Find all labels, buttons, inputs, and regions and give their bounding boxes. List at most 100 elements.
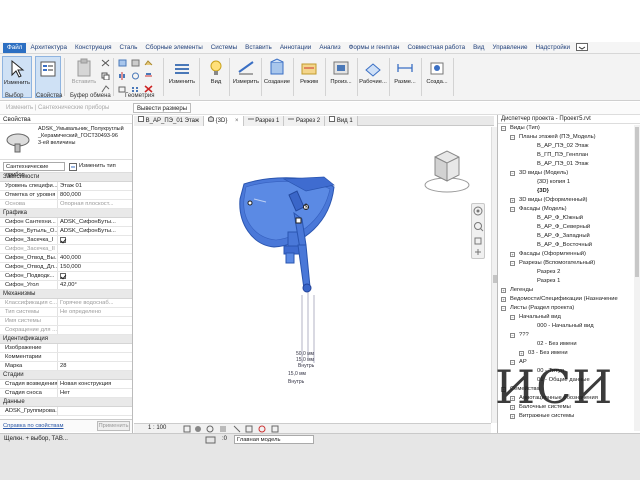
collapse-icon[interactable]: − bbox=[510, 315, 515, 320]
tree-item[interactable]: − Листы (Раздел проекта) bbox=[498, 304, 640, 313]
property-value[interactable] bbox=[58, 353, 132, 361]
property-row[interactable]: Стадия сноса Нет bbox=[0, 389, 132, 398]
ribbon-toggle-icon[interactable] bbox=[576, 42, 589, 53]
browser-scrollbar[interactable] bbox=[634, 125, 640, 431]
property-value[interactable] bbox=[58, 245, 132, 253]
type-selector[interactable]: ADSK_Умывальник_Полукруглый _Керамически… bbox=[0, 124, 132, 160]
property-value[interactable]: Опорная плоскост... bbox=[58, 200, 132, 208]
property-value[interactable]: 800,000 bbox=[58, 191, 132, 199]
view-controls-icon[interactable] bbox=[182, 425, 332, 433]
property-row[interactable]: Сифон_Отвод_Вы... 400,000 bbox=[0, 254, 132, 263]
section-data[interactable]: Данные bbox=[0, 398, 132, 407]
property-row[interactable]: Сифон_Отвод_Дл... 150,000 bbox=[0, 263, 132, 272]
close-icon[interactable]: × bbox=[235, 118, 239, 124]
tree-item[interactable]: {3D} копия 1 bbox=[498, 178, 640, 187]
tree-item[interactable]: В_ГП_ПЭ_Генплан bbox=[498, 151, 640, 160]
collapse-icon[interactable]: − bbox=[510, 333, 515, 338]
tree-item[interactable]: + Фасады (Оформленный) bbox=[498, 250, 640, 259]
property-value[interactable] bbox=[58, 317, 132, 325]
tree-item[interactable]: − Начальный вид bbox=[498, 313, 640, 322]
property-row[interactable]: Имя системы bbox=[0, 317, 132, 326]
property-value[interactable]: Нет bbox=[58, 389, 132, 397]
nav-tools-icon[interactable] bbox=[472, 204, 484, 258]
menu-item-manage[interactable]: Управление bbox=[489, 44, 532, 51]
property-row[interactable]: Изображение bbox=[0, 344, 132, 353]
match-icon[interactable] bbox=[101, 85, 110, 93]
browser-scroll-thumb[interactable] bbox=[635, 127, 639, 277]
paste-button[interactable]: Вставить bbox=[68, 56, 100, 98]
menu-item-file[interactable]: Файл bbox=[3, 42, 27, 53]
create-family-button[interactable]: Созда... bbox=[422, 56, 452, 98]
dimension-button[interactable]: Вывести размеры bbox=[133, 103, 192, 113]
cut-geometry-icon[interactable] bbox=[131, 59, 140, 67]
collapse-icon[interactable]: − bbox=[510, 171, 515, 176]
tree-item[interactable]: − Фасады (Модель) bbox=[498, 205, 640, 214]
category-filter[interactable]: Сантехнические прибор bbox=[3, 162, 65, 178]
tree-item[interactable]: В_АР_ПЭ_01 Этаж bbox=[498, 160, 640, 169]
menu-item-analyze[interactable]: Анализ bbox=[315, 44, 344, 51]
edit-button[interactable]: Изменить bbox=[167, 56, 197, 98]
collapse-icon[interactable]: − bbox=[510, 261, 515, 266]
tab-floor-plan[interactable]: В_АР_ПЭ_01 Этаж bbox=[134, 116, 204, 126]
tree-item[interactable]: Разрез 1 bbox=[498, 277, 640, 286]
property-value[interactable]: Не определено bbox=[58, 308, 132, 316]
tree-item[interactable]: {3D} bbox=[498, 187, 640, 196]
properties-help-link[interactable]: Справка по свойствам bbox=[3, 423, 63, 429]
tree-item[interactable]: + Ведомости/Спецификации (Назначение bbox=[498, 295, 640, 304]
menu-item-addins[interactable]: Надстройки bbox=[532, 44, 575, 51]
design-option-select[interactable]: Главная модель bbox=[234, 435, 314, 444]
menu-item-insert[interactable]: Вставить bbox=[241, 44, 276, 51]
property-row[interactable]: Сокращение для ... bbox=[0, 326, 132, 335]
properties-button[interactable] bbox=[35, 56, 61, 98]
property-row[interactable]: ADSK_Группирова... bbox=[0, 407, 132, 416]
tree-item[interactable]: −??? bbox=[498, 331, 640, 340]
tree-item[interactable]: − Виды (Тип) bbox=[498, 124, 640, 133]
tree-item[interactable]: − Планы этажей (ПЭ_Модель) bbox=[498, 133, 640, 142]
rotate-icon[interactable] bbox=[131, 72, 140, 80]
measure-button[interactable]: Измерить bbox=[231, 56, 261, 98]
view-button[interactable]: Вид bbox=[201, 56, 231, 98]
menu-item-steel[interactable]: Сталь bbox=[116, 44, 142, 51]
cope-icon[interactable] bbox=[118, 59, 127, 67]
collapse-icon[interactable]: − bbox=[501, 126, 506, 131]
property-value[interactable]: ADSK_СифонБуты... bbox=[58, 227, 132, 235]
menu-item-massing[interactable]: Формы и генплан bbox=[345, 44, 404, 51]
property-row[interactable]: Отметка от уровня 800,000 bbox=[0, 191, 132, 200]
property-value[interactable]: 150,000 bbox=[58, 263, 132, 271]
expand-icon[interactable]: + bbox=[519, 351, 524, 356]
expand-icon[interactable]: + bbox=[510, 414, 515, 419]
edit-type-button[interactable]: Изменить тип bbox=[79, 163, 116, 169]
apply-button[interactable]: Применить bbox=[97, 421, 130, 431]
property-value[interactable] bbox=[58, 326, 132, 334]
align-icon[interactable] bbox=[144, 72, 153, 80]
property-value[interactable]: 400,000 bbox=[58, 254, 132, 262]
menu-item-structure[interactable]: Конструкция bbox=[71, 44, 116, 51]
collapse-icon[interactable]: − bbox=[501, 306, 506, 311]
copy-icon[interactable] bbox=[101, 72, 110, 80]
group-select-label[interactable]: Выбор bbox=[5, 93, 23, 99]
create-button[interactable]: Создание bbox=[262, 56, 292, 98]
menu-item-precast[interactable]: Сборные элементы bbox=[141, 44, 206, 51]
tree-item[interactable]: В_АР_Ф_Северный bbox=[498, 223, 640, 232]
expand-icon[interactable]: + bbox=[501, 297, 506, 302]
cut-icon[interactable] bbox=[101, 59, 110, 67]
tab-3d[interactable]: {3D} × bbox=[204, 115, 244, 126]
mirror-icon[interactable] bbox=[118, 72, 127, 80]
section-identity[interactable]: Идентификация bbox=[0, 335, 132, 344]
scale-icon[interactable] bbox=[118, 85, 127, 93]
worksets-icon[interactable] bbox=[205, 436, 217, 444]
modify-button[interactable]: Изменить bbox=[2, 56, 32, 98]
menu-item-view[interactable]: Вид bbox=[469, 44, 488, 51]
tree-item[interactable]: −3D виды (Модель) bbox=[498, 169, 640, 178]
section-mechanisms[interactable]: Механизмы bbox=[0, 290, 132, 299]
property-row[interactable]: Сифон Сантехни... ADSK_СифонБуты... bbox=[0, 218, 132, 227]
view-scale[interactable]: 1 : 100 bbox=[148, 425, 166, 431]
join-icon[interactable] bbox=[144, 59, 153, 67]
tree-item[interactable]: + Легенды bbox=[498, 286, 640, 295]
3d-view-canvas[interactable]: 50,0 мм 15,0 мм Внутрь 15,0 мм Внутрь bbox=[134, 127, 491, 423]
section-phasing[interactable]: Стадии bbox=[0, 371, 132, 380]
property-value[interactable]: Новая конструкция bbox=[58, 380, 132, 388]
tree-item[interactable]: В_АР_Ф_Южный bbox=[498, 214, 640, 223]
delete-icon[interactable] bbox=[144, 85, 153, 93]
tab-view-1[interactable]: Вид 1 bbox=[325, 116, 358, 126]
